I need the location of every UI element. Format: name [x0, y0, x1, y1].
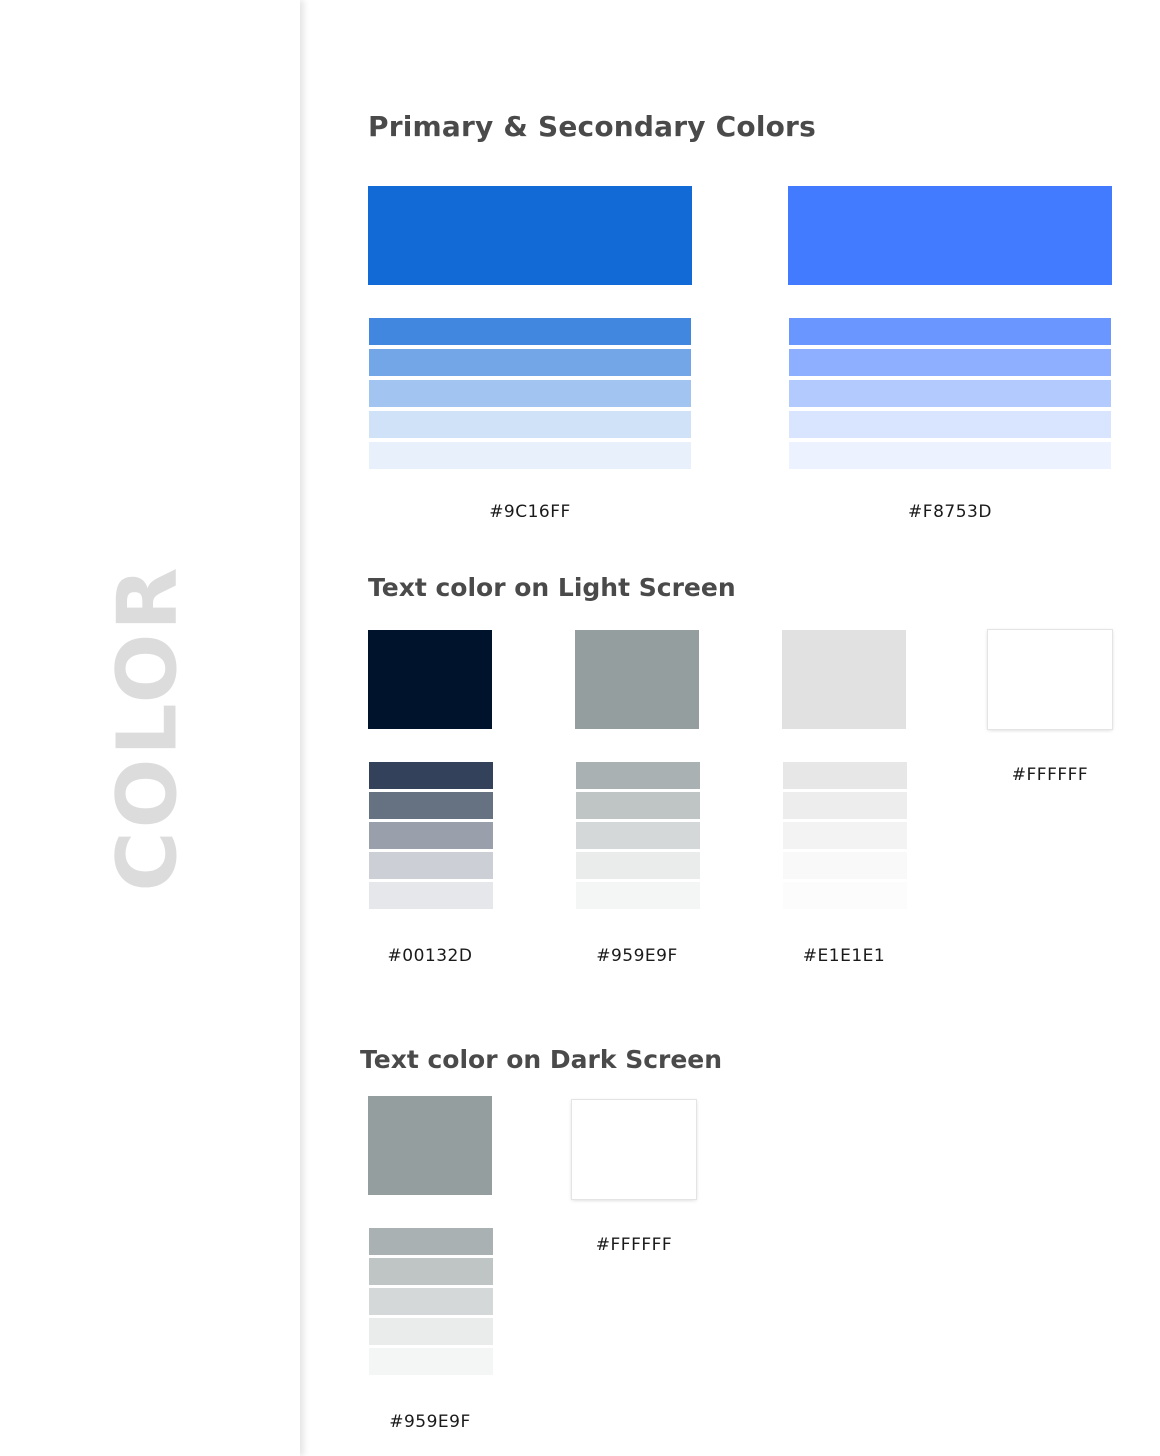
light-swatch-1-hex-label: #00132D — [387, 946, 473, 966]
light-swatch-3-shade-5 — [783, 882, 907, 909]
primary-section-title: Primary & Secondary Colors — [368, 110, 816, 143]
dark-swatch-2 — [572, 1100, 696, 1199]
light-swatch-3-shade-1 — [783, 762, 907, 789]
light-swatch-3-hex-label: #E1E1E1 — [802, 946, 886, 966]
light-swatch-1 — [368, 630, 492, 729]
light-swatch-1-shade-4 — [369, 852, 493, 879]
dark-section-title: Text color on Dark Screen — [360, 1045, 723, 1074]
color-palette-panel: Primary & Secondary Colors Text color on… — [302, 0, 1160, 1456]
dark-swatch-1-hex-label: #959E9F — [389, 1412, 471, 1432]
light-swatch-4 — [988, 630, 1112, 729]
primary-swatch-1-shade-1 — [369, 318, 691, 345]
primary-swatch-1-shade-2 — [369, 349, 691, 376]
dark-swatch-1-shade-2 — [369, 1258, 493, 1285]
light-swatch-2-shade-2 — [576, 792, 700, 819]
light-swatch-3-shade-2 — [783, 792, 907, 819]
primary-swatch-2 — [788, 186, 1112, 285]
light-swatch-4-hex-label: #FFFFFF — [1011, 765, 1089, 785]
dark-swatch-1-shade-1 — [369, 1228, 493, 1255]
light-swatch-1-shade-5 — [369, 882, 493, 909]
light-swatch-2-shade-3 — [576, 822, 700, 849]
light-swatch-2 — [575, 630, 699, 729]
sidebar: COLOR — [0, 0, 300, 1456]
light-swatch-1-shade-2 — [369, 792, 493, 819]
primary-swatch-2-shade-5 — [789, 442, 1111, 469]
light-swatch-2-shade-1 — [576, 762, 700, 789]
primary-swatch-1-shade-5 — [369, 442, 691, 469]
sidebar-title: COLOR — [100, 564, 196, 892]
light-swatch-1-shade-3 — [369, 822, 493, 849]
light-swatch-1-shade-1 — [369, 762, 493, 789]
primary-swatch-1-shade-3 — [369, 380, 691, 407]
dark-swatch-1-shade-4 — [369, 1318, 493, 1345]
primary-swatch-2-shade-4 — [789, 411, 1111, 438]
light-swatch-3-shade-3 — [783, 822, 907, 849]
primary-swatch-1 — [368, 186, 692, 285]
light-swatch-2-shade-4 — [576, 852, 700, 879]
dark-swatch-1-shade-5 — [369, 1348, 493, 1375]
light-swatch-3-shade-4 — [783, 852, 907, 879]
primary-swatch-1-hex-label: #9C16FF — [489, 502, 571, 522]
primary-swatch-1-shade-4 — [369, 411, 691, 438]
light-swatch-2-shade-5 — [576, 882, 700, 909]
light-section-title: Text color on Light Screen — [368, 573, 736, 602]
light-swatch-2-hex-label: #959E9F — [596, 946, 678, 966]
light-swatch-3 — [782, 630, 906, 729]
primary-swatch-2-shade-2 — [789, 349, 1111, 376]
dark-swatch-2-hex-label: #FFFFFF — [595, 1235, 673, 1255]
primary-swatch-2-shade-1 — [789, 318, 1111, 345]
dark-swatch-1 — [368, 1096, 492, 1195]
primary-swatch-2-shade-3 — [789, 380, 1111, 407]
dark-swatch-1-shade-3 — [369, 1288, 493, 1315]
primary-swatch-2-hex-label: #F8753D — [908, 502, 992, 522]
